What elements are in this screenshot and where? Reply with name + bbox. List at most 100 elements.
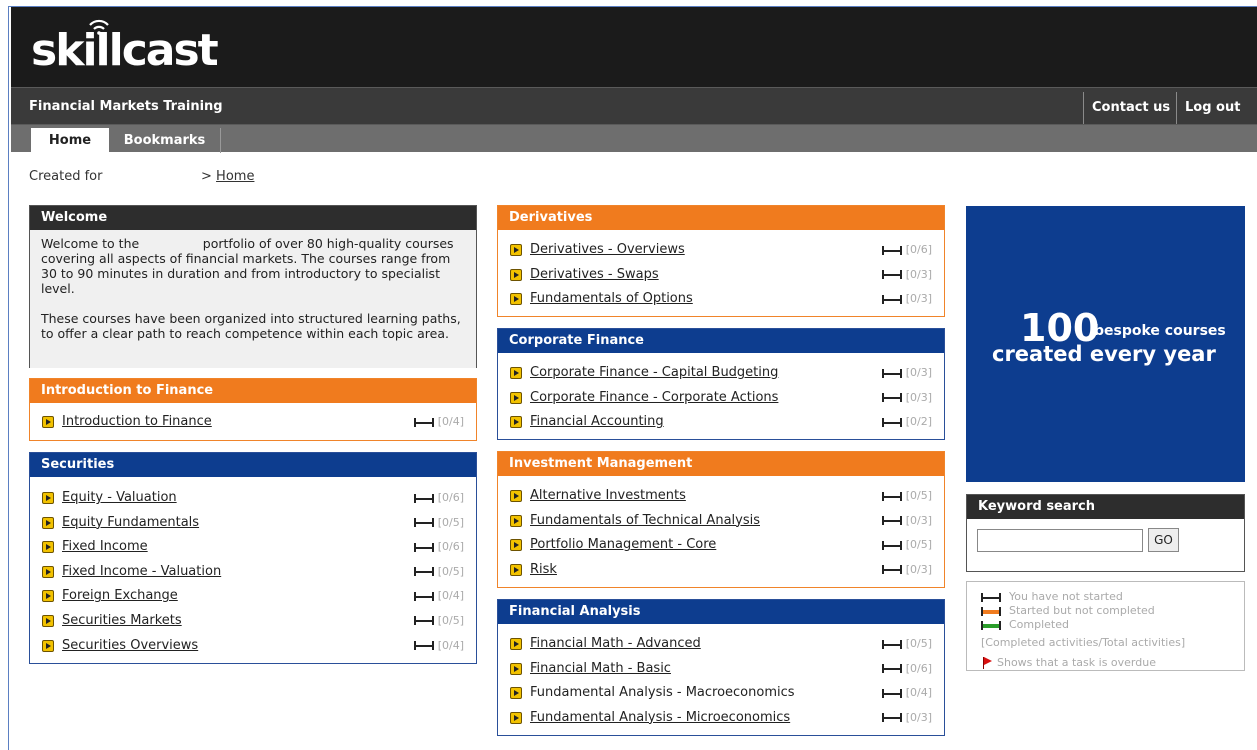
- course-row[interactable]: Equity - Valuation [0/6]: [30, 485, 476, 510]
- promo-small-text: bespoke courses: [1094, 323, 1226, 339]
- course-row[interactable]: Financial Accounting [0/2]: [498, 409, 944, 434]
- course-link[interactable]: Derivatives - Swaps: [530, 267, 659, 282]
- investment-management-title: Investment Management: [498, 452, 944, 476]
- play-icon: [510, 539, 522, 552]
- course-progress: [0/3]: [881, 514, 932, 527]
- welcome-panel: Welcome Welcome to the portfolio of over…: [29, 205, 477, 368]
- welcome-paragraph-2: These courses have been organized into s…: [41, 311, 461, 341]
- course-link[interactable]: Equity - Valuation: [62, 490, 177, 505]
- play-icon: [42, 614, 54, 627]
- play-icon: [42, 565, 54, 578]
- course-progress: [0/5]: [881, 637, 932, 650]
- course-list: Financial Math - Advanced [0/5] Financial…: [498, 624, 944, 729]
- course-row[interactable]: Fixed Income [0/6]: [30, 534, 476, 559]
- course-row[interactable]: Foreign Exchange [0/4]: [30, 583, 476, 608]
- tab-bar: Home Bookmarks: [11, 124, 1257, 153]
- not-started-icon: [413, 518, 434, 528]
- not-started-icon: [881, 245, 902, 255]
- course-link[interactable]: Fundamentals of Options: [530, 291, 693, 306]
- play-icon: [510, 638, 522, 650]
- course-row[interactable]: Fundamentals of Technical Analysis [0/3]: [498, 508, 944, 533]
- course-link[interactable]: Equity Fundamentals: [62, 515, 199, 530]
- not-started-icon: [881, 491, 902, 501]
- course-link[interactable]: Fundamental Analysis - Microeconomics: [530, 710, 790, 725]
- course-link[interactable]: Securities Markets: [62, 613, 182, 628]
- not-started-icon: [413, 417, 434, 427]
- page-frame: skillcast Financial Markets Training Con…: [8, 6, 1257, 750]
- tab-home[interactable]: Home: [31, 128, 109, 153]
- course-link[interactable]: Risk: [530, 562, 557, 577]
- not-started-icon: [881, 664, 902, 674]
- course-row[interactable]: Fundamental Analysis - Macroeconomics [0/…: [498, 680, 944, 705]
- created-for-label: Created for: [29, 169, 103, 184]
- course-row[interactable]: Equity Fundamentals [0/5]: [30, 510, 476, 535]
- course-row[interactable]: Financial Math - Basic [0/6]: [498, 656, 944, 681]
- course-link[interactable]: Corporate Finance - Corporate Actions: [530, 390, 778, 405]
- keyword-search-panel: Keyword search GO: [966, 494, 1245, 572]
- course-progress: [0/6]: [881, 662, 932, 675]
- not-started-icon: [881, 713, 902, 723]
- course-link[interactable]: Alternative Investments: [530, 488, 686, 503]
- course-link[interactable]: Financial Math - Basic: [530, 661, 671, 676]
- play-icon: [42, 416, 54, 428]
- securities-panel: Securities Equity - Valuation [0/6] Equit…: [29, 452, 477, 664]
- course-row[interactable]: Fundamental Analysis - Microeconomics [0/…: [498, 705, 944, 730]
- play-icon: [42, 492, 54, 504]
- corporate-finance-panel: Corporate Finance Corporate Finance - Ca…: [497, 328, 945, 440]
- play-icon: [510, 711, 522, 724]
- course-link[interactable]: Financial Math - Advanced: [530, 636, 701, 651]
- course-row[interactable]: Derivatives - Overviews [0/6]: [498, 237, 944, 262]
- course-progress: [0/3]: [881, 268, 932, 281]
- legend-completed: Completed: [981, 618, 1230, 632]
- legend-not-started: You have not started: [981, 590, 1230, 604]
- course-row[interactable]: Portfolio Management - Core [0/5]: [498, 532, 944, 557]
- course-link[interactable]: Derivatives - Overviews: [530, 242, 685, 257]
- not-started-icon: [881, 417, 902, 427]
- course-row[interactable]: Fundamentals of Options [0/3]: [498, 286, 944, 311]
- course-link[interactable]: Foreign Exchange: [62, 588, 178, 603]
- course-link[interactable]: Portfolio Management - Core: [530, 537, 716, 552]
- course-link[interactable]: Introduction to Finance: [62, 414, 212, 429]
- investment-management-panel: Investment Management Alternative Invest…: [497, 451, 945, 588]
- course-row[interactable]: Financial Math - Advanced [0/5]: [498, 631, 944, 656]
- not-started-icon: [413, 591, 434, 601]
- promo-banner[interactable]: 100 bespoke courses created every year: [966, 206, 1245, 482]
- breadcrumb-home-link[interactable]: Home: [216, 169, 254, 184]
- course-row[interactable]: Securities Markets [0/5]: [30, 608, 476, 633]
- play-icon: [510, 391, 522, 404]
- course-progress: [0/3]: [881, 292, 932, 305]
- course-link[interactable]: Fundamentals of Technical Analysis: [530, 513, 760, 528]
- play-icon: [42, 516, 54, 529]
- course-link[interactable]: Financial Accounting: [530, 414, 664, 429]
- securities-title: Securities: [30, 453, 476, 477]
- play-icon: [510, 514, 522, 527]
- search-input[interactable]: [977, 529, 1143, 552]
- course-list: Introduction to Finance [0/4]: [30, 403, 476, 434]
- course-progress: [0/4]: [413, 589, 464, 602]
- started-icon: [981, 607, 1001, 616]
- course-row[interactable]: Risk [0/3]: [498, 557, 944, 582]
- course-row[interactable]: Fixed Income - Valuation [0/5]: [30, 559, 476, 584]
- course-list: Alternative Investments [0/5] Fundamental…: [498, 476, 944, 581]
- course-link[interactable]: Fixed Income - Valuation: [62, 564, 221, 579]
- course-link[interactable]: Fundamental Analysis - Macroeconomics: [530, 685, 795, 700]
- contact-us-link[interactable]: Contact us: [1083, 92, 1178, 124]
- course-row[interactable]: Derivatives - Swaps [0/3]: [498, 262, 944, 287]
- not-started-icon: [881, 368, 902, 378]
- course-row[interactable]: Corporate Finance - Capital Budgeting [0/…: [498, 360, 944, 385]
- not-started-icon: [881, 294, 902, 304]
- course-row[interactable]: Introduction to Finance [0/4]: [30, 409, 476, 434]
- course-list: Derivatives - Overviews [0/6] Derivatives…: [498, 230, 944, 311]
- intro-finance-panel: Introduction to Finance Introduction to …: [29, 378, 477, 441]
- course-link[interactable]: Corporate Finance - Capital Budgeting: [530, 365, 778, 380]
- go-button[interactable]: GO: [1148, 528, 1179, 552]
- course-row[interactable]: Securities Overviews [0/4]: [30, 633, 476, 658]
- log-out-link[interactable]: Log out: [1176, 92, 1248, 124]
- course-link[interactable]: Securities Overviews: [62, 638, 198, 653]
- tab-bookmarks[interactable]: Bookmarks: [109, 128, 221, 153]
- course-progress: [0/6]: [881, 243, 932, 256]
- course-row[interactable]: Alternative Investments [0/5]: [498, 483, 944, 508]
- course-row[interactable]: Corporate Finance - Corporate Actions [0/…: [498, 385, 944, 410]
- welcome-paragraph-1: Welcome to the portfolio of over 80 high…: [41, 236, 458, 296]
- course-link[interactable]: Fixed Income: [62, 539, 148, 554]
